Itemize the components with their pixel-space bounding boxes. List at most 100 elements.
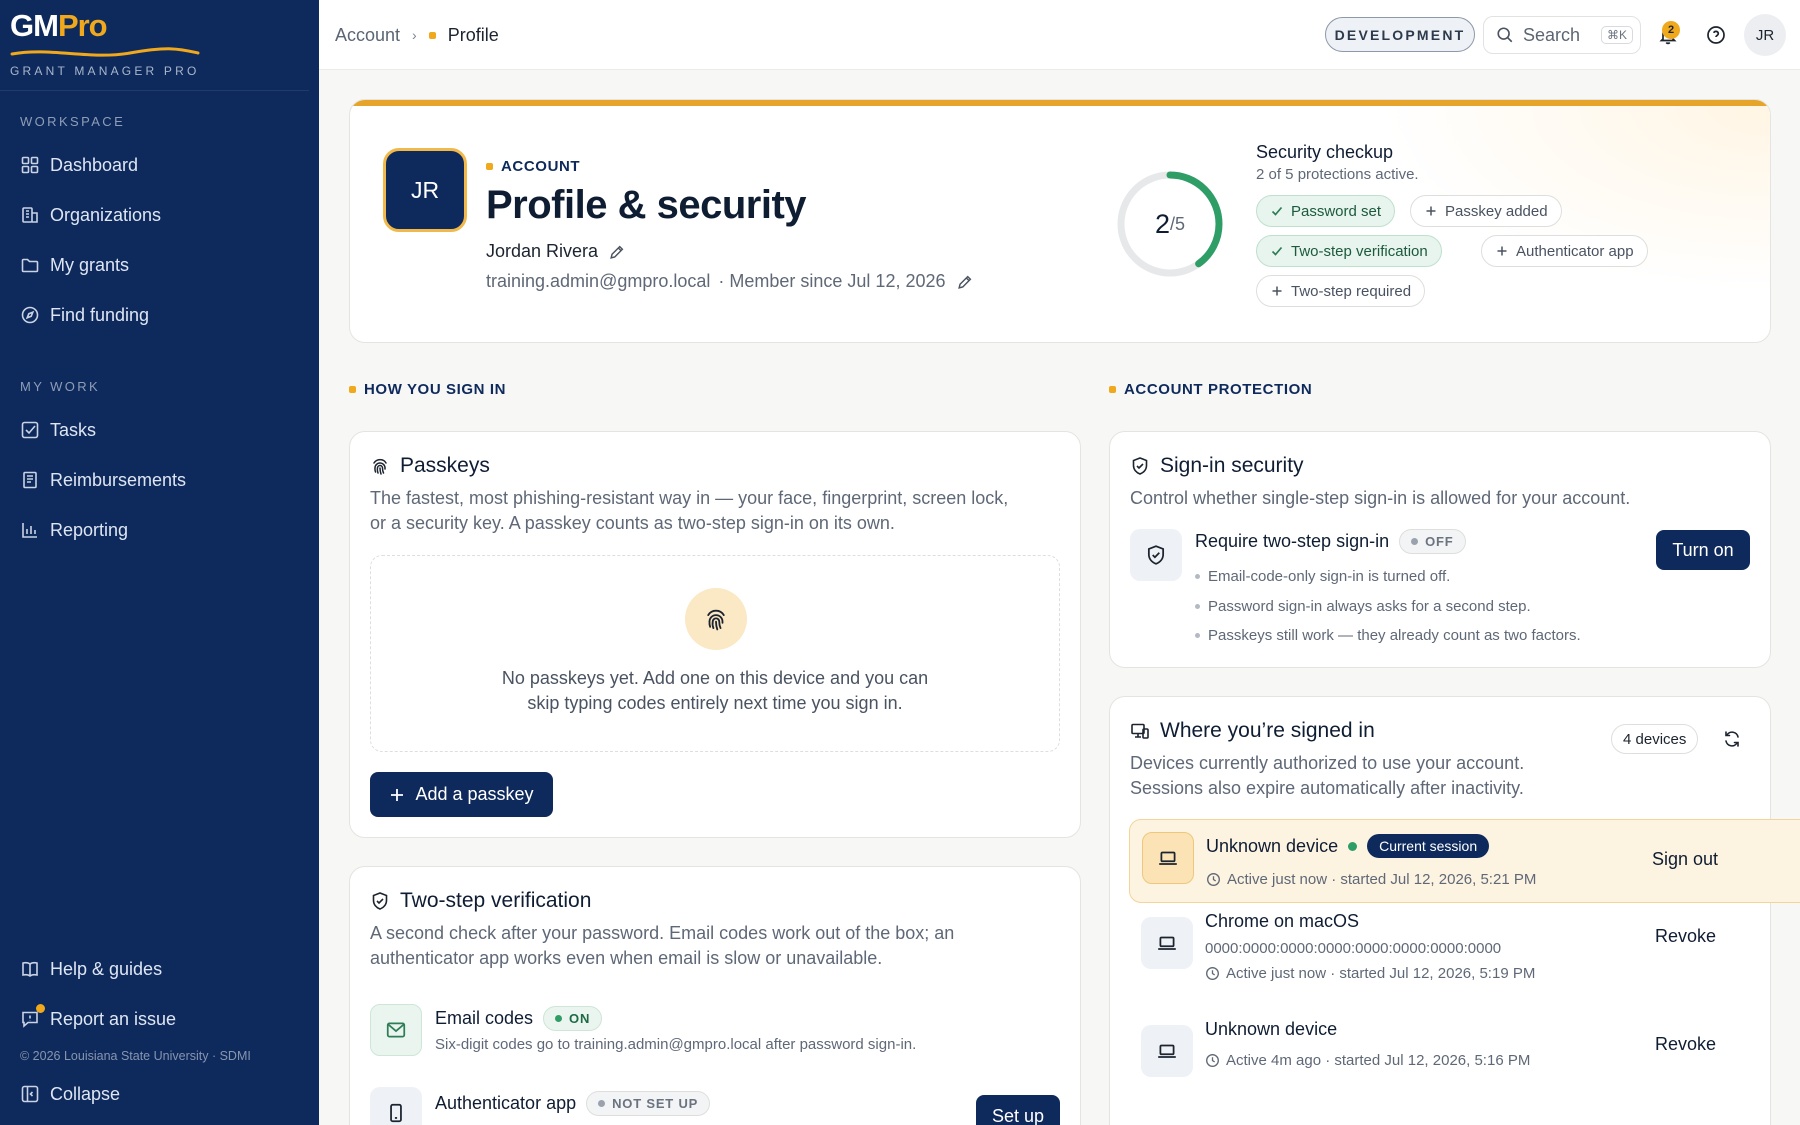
status-text: ON — [569, 1011, 591, 1026]
chip-password-set: Password set — [1256, 195, 1396, 227]
logo-tagline: GRANT MANAGER PRO — [10, 64, 200, 78]
button-label: Add a passkey — [415, 784, 534, 804]
live-indicator — [1348, 841, 1358, 851]
two-step-card: Two-step verification A second check aft… — [349, 866, 1081, 1125]
shield-check-icon — [372, 892, 388, 910]
chip-passkey-added[interactable]: Passkey added — [1410, 195, 1562, 227]
eyebrow: ACCOUNT — [486, 158, 580, 175]
bullet — [1195, 603, 1200, 609]
list-item: Password sign-in always asks for a secon… — [1195, 592, 1581, 622]
device-badge — [1142, 832, 1194, 884]
mail-icon — [386, 1022, 406, 1038]
email-codes-badge — [370, 1004, 422, 1056]
search-label: Search — [1523, 24, 1581, 45]
profile-summary-card: JR ACCOUNT Profile & security Jordan Riv… — [349, 99, 1771, 343]
sidebar-collapse-icon — [21, 1085, 39, 1103]
section-how-you-sign-in: HOW YOU SIGN IN — [349, 381, 506, 398]
refresh-button[interactable] — [1714, 721, 1750, 757]
nav-label: Organizations — [50, 204, 162, 225]
pencil-icon[interactable] — [956, 273, 974, 291]
user-avatar[interactable]: JR — [1744, 14, 1786, 56]
nav-item-reporting[interactable]: Reporting — [20, 512, 300, 548]
device-name: Unknown device — [1205, 1019, 1338, 1039]
session-device: Chrome on macOS — [1205, 911, 1359, 932]
card-title-text: Where you’re signed in — [1160, 719, 1375, 742]
bullet — [1195, 633, 1200, 639]
pencil-icon[interactable] — [608, 243, 626, 261]
collapse-button[interactable]: Collapse — [20, 1076, 300, 1112]
list-item-text: Email-code-only sign-in is turned off. — [1208, 568, 1451, 586]
nav-label: Tasks — [50, 419, 97, 440]
check-icon — [1271, 206, 1283, 216]
setup-authenticator-button[interactable]: Set up — [976, 1095, 1060, 1125]
status-text: NOT SET UP — [612, 1096, 699, 1111]
require-two-step-details: Email-code-only sign-in is turned off. P… — [1195, 562, 1581, 651]
email-codes-description: Six-digit codes go to training.admin@gmp… — [435, 1036, 917, 1053]
clock-icon — [1207, 873, 1220, 886]
nav-item-my-grants[interactable]: My grants — [20, 247, 300, 283]
profile-name-row: Jordan Rivera — [486, 241, 626, 262]
chip-authenticator-app[interactable]: Authenticator app — [1481, 235, 1648, 267]
revoke-button[interactable]: Revoke — [1655, 1034, 1716, 1055]
laptop-icon — [1158, 936, 1176, 950]
desc-line: Devices currently authorized to use your… — [1130, 753, 1525, 773]
nav-label: Dashboard — [50, 154, 139, 175]
search-icon — [1497, 27, 1513, 43]
nav-item-reimbursements[interactable]: Reimbursements — [20, 462, 300, 498]
sign-in-security-description: Control whether single-step sign-in is a… — [1130, 488, 1631, 508]
card-title-text: Two-step verification — [400, 889, 592, 912]
breadcrumb: Account › Profile — [335, 22, 499, 48]
nav-item-help[interactable]: Help & guides — [20, 951, 300, 987]
brand-logo[interactable]: GMPro GRANT MANAGER PRO — [10, 8, 210, 83]
sessions-card: Where you’re signed in 4 devices Devices… — [1109, 696, 1800, 1125]
passkeys-title: Passkeys — [370, 454, 490, 478]
revoke-button[interactable]: Revoke — [1655, 926, 1716, 947]
card-title-text: Passkeys — [400, 454, 490, 477]
copyright: © 2026 Louisiana State University · SDMI — [20, 1049, 251, 1063]
status-text: OFF — [1425, 534, 1454, 549]
security-checkup-title: Security checkup — [1256, 142, 1394, 162]
security-checkup-subtitle: 2 of 5 protections active. — [1256, 166, 1419, 183]
session-meta: Active just now · started Jul 12, 2026, … — [1206, 871, 1536, 888]
topbar: Account › Profile DEVELOPMENT Search ⌘K … — [319, 0, 1800, 70]
nav-label: Find funding — [50, 304, 150, 325]
environment-badge: DEVELOPMENT — [1325, 17, 1475, 52]
devices-icon — [1131, 723, 1149, 739]
profile-avatar: JR — [383, 148, 467, 232]
book-icon — [22, 961, 38, 977]
nav-label: Help & guides — [50, 958, 163, 979]
nav-item-report-issue[interactable]: Report an issue — [20, 1001, 300, 1037]
nav-label: My grants — [50, 254, 130, 275]
option-title: Require two-step sign-in — [1195, 531, 1390, 551]
add-passkey-button[interactable]: Add a passkey — [370, 772, 553, 817]
help-button[interactable] — [1698, 17, 1734, 53]
logo-swoosh-icon — [10, 47, 200, 57]
desc-line: authenticator app works even when email … — [370, 948, 883, 968]
nav-item-find-funding[interactable]: Find funding — [20, 297, 300, 333]
nav-label: Report an issue — [50, 1008, 177, 1029]
status-badge: NOT SET UP — [586, 1091, 711, 1116]
authenticator-row: Authenticator app NOT SET UP — [435, 1091, 711, 1116]
nav-item-tasks[interactable]: Tasks — [20, 412, 300, 448]
eyebrow-marker — [486, 163, 493, 170]
require-two-step-row: Require two-step sign-in OFF — [1195, 529, 1466, 554]
dashboard-icon — [21, 156, 39, 174]
list-item-text: Password sign-in always asks for a secon… — [1208, 597, 1531, 615]
devices-count-badge: 4 devices — [1611, 724, 1699, 754]
profile-name: Jordan Rivera — [486, 241, 599, 261]
nav-item-dashboard[interactable]: Dashboard — [20, 147, 300, 183]
nav-section-my-work: MY WORK — [20, 379, 101, 394]
turn-on-button[interactable]: Turn on — [1656, 530, 1750, 570]
search-shortcut: ⌘K — [1601, 26, 1634, 44]
session-meta-text: Active just now · started Jul 12, 2026, … — [1226, 965, 1536, 982]
desc-line: A second check after your password. Emai… — [370, 923, 955, 943]
nav-item-organizations[interactable]: Organizations — [20, 197, 300, 233]
chevron-right-icon: › — [412, 27, 417, 43]
member-since: · Member since Jul 12, 2026 — [718, 271, 946, 291]
session-meta-text: Active just now · started Jul 12, 2026, … — [1227, 871, 1537, 888]
chip-two-step-required[interactable]: Two-step required — [1256, 275, 1426, 307]
breadcrumb-account[interactable]: Account — [335, 25, 400, 46]
search-button[interactable]: Search ⌘K — [1483, 16, 1641, 54]
notification-dot — [36, 1004, 45, 1013]
sign-out-button[interactable]: Sign out — [1652, 849, 1718, 870]
